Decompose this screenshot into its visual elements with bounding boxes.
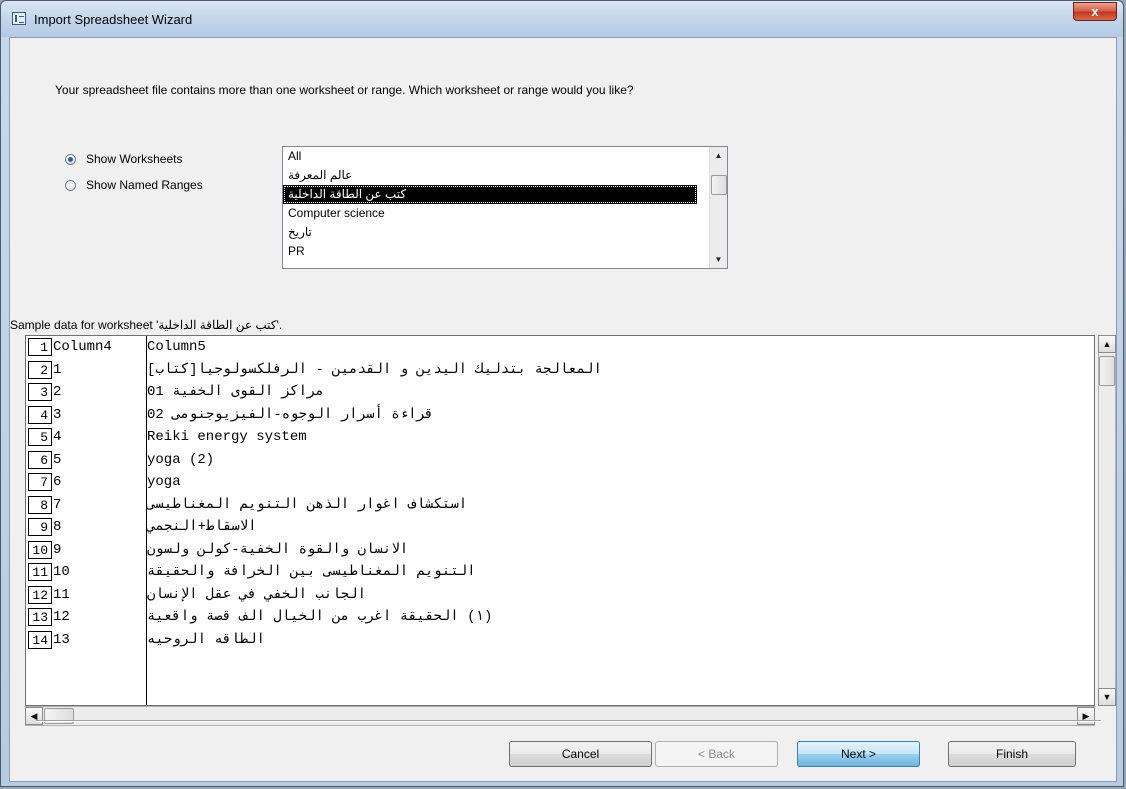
grid-row: 3 2 مراكز القوى الخفية 01 — [26, 381, 1094, 404]
close-button[interactable]: x — [1073, 2, 1117, 21]
scroll-up-arrow-icon[interactable]: ▲ — [710, 147, 727, 164]
grid-cell-column4: 12 — [53, 609, 70, 625]
grid-row: 5 4 Reiki energy system — [26, 426, 1094, 449]
grid-cell-column5: yoga (2) — [147, 451, 215, 468]
grid-row: 11 10 التنويم المغناطيسى بين الخرافة والحق… — [26, 561, 1094, 584]
show-worksheets-option[interactable]: Show Worksheets — [65, 152, 183, 166]
grid-cell-column5: استكشاف اغوار الذهن التنويم المغناطيسى — [147, 496, 468, 513]
grid-row: 1 Column4 Column5 — [26, 336, 1094, 359]
next-button[interactable]: Next > — [797, 741, 920, 767]
worksheet-list-item[interactable]: All — [283, 147, 697, 166]
grid-cell-column4: Column4 — [53, 339, 112, 355]
grid-row: 6 5 yoga (2) — [26, 449, 1094, 472]
grid-cell-column5: الانسان والقوة الخفية-كولن ولسون — [147, 541, 409, 558]
instruction-text: Your spreadsheet file contains more than… — [55, 83, 634, 97]
grid-row: 12 11 الجانب الخفي في عقل الإنسان — [26, 584, 1094, 607]
button-separator — [36, 720, 1101, 722]
grid-cell-column4: 4 — [53, 429, 62, 445]
worksheet-list-scroll-thumb[interactable] — [711, 175, 727, 195]
grid-row-number: 1 — [28, 338, 52, 356]
grid-cell-column4: 13 — [53, 631, 70, 648]
grid-row-number: 5 — [28, 428, 52, 446]
grid-cell-column5: Column5 — [147, 339, 206, 355]
worksheet-list-item[interactable]: عالم المعرفة — [283, 166, 697, 185]
grid-horizontal-scrollbar[interactable]: ◀ ▶ — [25, 706, 1095, 726]
scroll-right-arrow-icon[interactable]: ▶ — [1077, 707, 1095, 725]
grid-row-number: 8 — [28, 495, 52, 514]
grid-row: 10 9 الانسان والقوة الخفية-كولن ولسون — [26, 539, 1094, 562]
grid-row-number: 6 — [28, 450, 52, 469]
grid-vertical-scrollbar[interactable]: ▲ ▼ — [1098, 335, 1116, 706]
grid-row-number: 14 — [28, 630, 52, 649]
grid-cell-column4: 7 — [53, 496, 62, 513]
show-worksheets-label: Show Worksheets — [86, 152, 183, 166]
worksheet-list[interactable]: All عالم المعرفة كتب عن الطاقة الداخلية Com… — [282, 146, 728, 269]
grid-cell-column4: 1 — [53, 361, 62, 378]
scroll-up-arrow-icon[interactable]: ▲ — [1098, 335, 1116, 353]
grid-row: 2 1 المعالجة بتدليك اليدين و القدمين - الر… — [26, 359, 1094, 382]
grid-row: 14 13 الطاقه الروحيه — [26, 629, 1094, 652]
grid-row-number: 10 — [28, 540, 52, 559]
grid-cell-column4: 2 — [53, 384, 62, 400]
grid-row-number: 4 — [28, 405, 52, 424]
import-spreadsheet-wizard-window: Import Spreadsheet Wizard x Your spreads… — [0, 0, 1124, 787]
cancel-button[interactable]: Cancel — [509, 741, 652, 767]
grid-row-number: 12 — [28, 585, 52, 604]
grid-cell-column5: الطاقه الروحيه — [147, 631, 265, 648]
sample-data-grid[interactable]: 1 Column4 Column5 2 1 المعالجة بتدليك اليدين … — [25, 335, 1095, 706]
sample-data-label: Sample data for worksheet 'كتب عن الطاقة… — [10, 318, 283, 332]
grid-cell-column5: Reiki energy system — [147, 429, 307, 445]
grid-row-number: 3 — [28, 383, 52, 401]
grid-row-number: 9 — [28, 518, 52, 536]
worksheet-list-item[interactable]: كتب عن الطاقة الداخلية — [283, 185, 697, 204]
grid-cell-column5: مراكز القوى الخفية 01 — [147, 384, 324, 400]
worksheet-list-item[interactable]: Computer science — [283, 204, 697, 223]
finish-button[interactable]: Finish — [948, 741, 1076, 767]
worksheet-list-item[interactable]: PR — [283, 242, 697, 261]
back-button[interactable]: < Back — [655, 741, 778, 767]
grid-cell-column5: المعالجة بتدليك اليدين و القدمين - الرفل… — [147, 361, 602, 378]
grid-row: 4 3 قراءة أسرار الوجوه-الفيزيوجنومى 02 — [26, 404, 1094, 427]
grid-cell-column4: 10 — [53, 564, 70, 580]
spreadsheet-icon — [12, 12, 26, 25]
grid-cell-column5: الاسقاط+النجمي — [147, 519, 257, 535]
grid-cell-column5: (١) الحقيقة اغرب من الخيال الف قصة واقعي… — [147, 609, 493, 625]
wizard-content: Your spreadsheet file contains more than… — [9, 37, 1117, 782]
show-named-ranges-option[interactable]: Show Named Ranges — [65, 178, 203, 192]
grid-cell-column5: yoga — [147, 474, 181, 490]
window-title: Import Spreadsheet Wizard — [34, 12, 193, 27]
grid-cell-column4: 6 — [53, 474, 62, 490]
grid-row: 13 12 (١) الحقيقة اغرب من الخيال الف قصة و… — [26, 606, 1094, 629]
grid-vertical-scroll-thumb[interactable] — [1099, 356, 1115, 386]
grid-cell-column5: الجانب الخفي في عقل الإنسان — [147, 586, 367, 603]
show-worksheets-radio[interactable] — [65, 153, 76, 165]
grid-row-number: 11 — [28, 563, 52, 581]
grid-row: 9 8 الاسقاط+النجمي — [26, 516, 1094, 539]
scroll-down-arrow-icon[interactable]: ▼ — [1098, 688, 1116, 706]
show-named-ranges-label: Show Named Ranges — [86, 178, 203, 192]
grid-row: 7 6 yoga — [26, 471, 1094, 494]
scroll-down-arrow-icon[interactable]: ▼ — [710, 251, 727, 268]
grid-row-number: 7 — [28, 473, 52, 491]
grid-cell-column4: 3 — [53, 406, 62, 423]
grid-cell-column4: 8 — [53, 519, 62, 535]
grid-row: 8 7 استكشاف اغوار الذهن التنويم المغناطيسى — [26, 494, 1094, 517]
grid-row-number: 13 — [28, 608, 52, 626]
worksheet-list-scrollbar[interactable]: ▲ ▼ — [709, 147, 727, 268]
grid-cell-column5: قراءة أسرار الوجوه-الفيزيوجنومى 02 — [147, 406, 434, 423]
grid-cell-column4: 11 — [53, 586, 70, 603]
grid-cell-column4: 9 — [53, 541, 62, 558]
grid-cell-column5: التنويم المغناطيسى بين الخرافة والحقيقة — [147, 564, 476, 580]
scroll-left-arrow-icon[interactable]: ◀ — [25, 707, 43, 725]
grid-cell-column4: 5 — [53, 451, 62, 468]
grid-row-number: 2 — [28, 360, 52, 379]
show-named-ranges-radio[interactable] — [65, 179, 76, 191]
worksheet-list-item[interactable]: تاريخ — [283, 223, 697, 242]
title-bar[interactable]: Import Spreadsheet Wizard x — [1, 1, 1123, 37]
